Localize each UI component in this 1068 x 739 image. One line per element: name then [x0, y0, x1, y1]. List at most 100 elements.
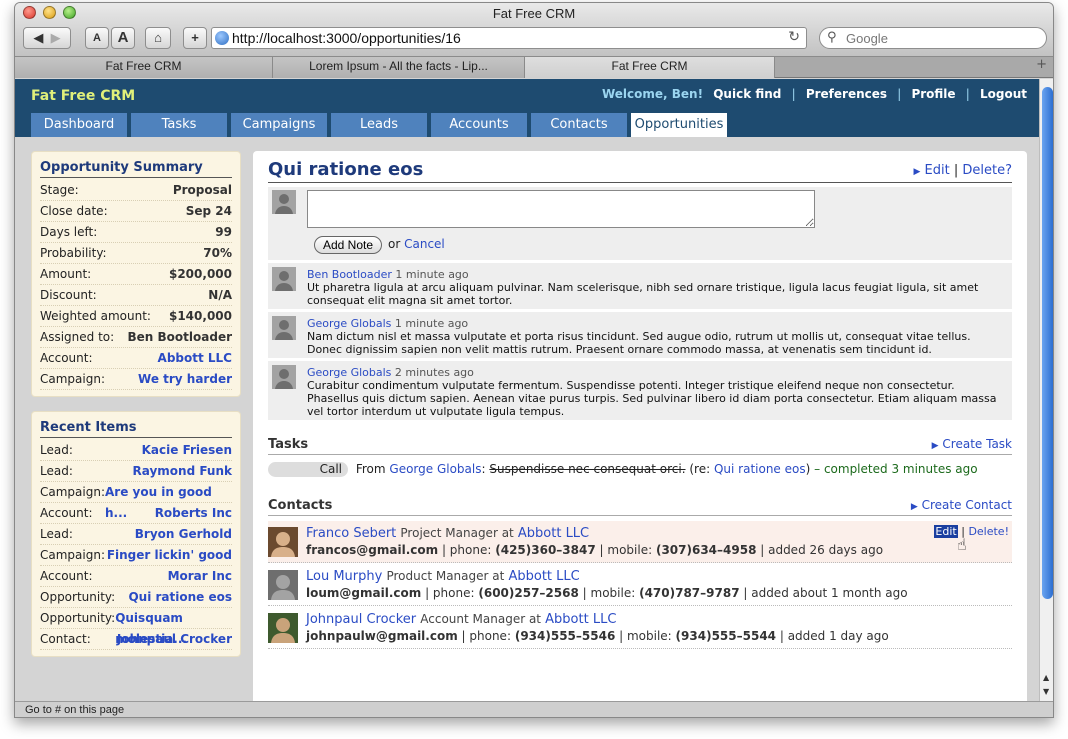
row-value-link[interactable]: Kacie Friesen — [142, 440, 232, 460]
delete-link[interactable]: Delete? — [962, 163, 1012, 178]
row-value-link[interactable]: Morar Inc — [168, 566, 232, 586]
tab-dashboard[interactable]: Dashboard — [31, 113, 127, 137]
summary-row: Close date: Sep 24 — [40, 201, 232, 222]
contact-name-link[interactable]: Franco Sebert — [306, 526, 396, 541]
profile-link[interactable]: Profile — [911, 87, 955, 101]
forward-icon[interactable]: ▶ — [51, 30, 61, 45]
browser-tab-3[interactable]: Fat Free CRM — [525, 57, 775, 78]
row-value-link[interactable]: Roberts Inc — [155, 503, 232, 523]
contact-mobile: (307)634–4958 — [655, 543, 757, 557]
tab-accounts[interactable]: Accounts — [431, 113, 527, 137]
row-value: Sep 24 — [185, 204, 232, 218]
row-value-link[interactable]: Quisquam molestia... — [115, 608, 232, 646]
logout-link[interactable]: Logout — [980, 87, 1027, 101]
status-bar: Go to # on this page — [15, 701, 1053, 717]
summary-row: Amount: $200,000 — [40, 264, 232, 285]
recent-item[interactable]: Account: Roberts Inc — [40, 503, 232, 524]
tab-contacts[interactable]: Contacts — [531, 113, 627, 137]
recent-item[interactable]: Campaign: Are you in good h... — [40, 482, 232, 520]
back-forward-buttons[interactable]: ◀ ▶ — [23, 27, 71, 49]
row-value-link[interactable]: Raymond Funk — [132, 461, 232, 481]
avatar — [272, 316, 296, 340]
scrollbar-thumb[interactable] — [1042, 87, 1053, 599]
recent-item[interactable]: Lead: Raymond Funk — [40, 461, 232, 482]
tab-opportunities[interactable]: Opportunities — [631, 113, 727, 137]
task-re-link[interactable]: Qui ratione eos — [714, 462, 806, 476]
contact-edit-link[interactable]: Edit — [934, 525, 958, 538]
address-bar[interactable]: http://localhost:3000/opportunities/16 ↻ — [211, 27, 807, 49]
scroll-up-icon[interactable]: ▲ — [1043, 673, 1049, 682]
row-label: Probability: — [40, 246, 107, 260]
recent-item[interactable]: Account: Morar Inc — [40, 566, 232, 587]
task-from-link[interactable]: George Globals — [389, 462, 481, 476]
row-value-link[interactable]: Abbott LLC — [158, 348, 232, 368]
row-value-link[interactable]: Bryon Gerhold — [135, 524, 232, 544]
recent-item[interactable]: Opportunity: Quisquam molestia... — [40, 608, 232, 646]
task-item: Call From George Globals: Suspendisse ne… — [268, 462, 978, 477]
app-logo[interactable]: Fat Free CRM — [31, 88, 135, 104]
tab-leads[interactable]: Leads — [331, 113, 427, 137]
note-textarea[interactable] — [307, 190, 815, 228]
create-task-link[interactable]: Create Task — [942, 437, 1012, 451]
edit-link[interactable]: Edit — [925, 163, 950, 178]
row-label: Lead: — [40, 527, 73, 541]
text-bigger-button[interactable]: A — [111, 27, 135, 49]
contact-email[interactable]: loum@gmail.com — [306, 586, 421, 600]
contact-row: Lou Murphy Product Manager at Abbott LLC… — [268, 564, 1012, 606]
or-label: or — [388, 237, 401, 251]
contact-company-link[interactable]: Abbott LLC — [508, 569, 579, 584]
row-value-link[interactable]: Qui ratione eos — [128, 587, 232, 607]
quick-find-link[interactable]: Quick find — [713, 87, 781, 101]
recent-item[interactable]: Opportunity: Qui ratione eos — [40, 587, 232, 608]
comment-time: 1 minute ago — [395, 268, 469, 281]
search-placeholder[interactable]: Google — [846, 31, 888, 46]
recent-item[interactable]: Lead: Bryon Gerhold — [40, 524, 232, 545]
preferences-link[interactable]: Preferences — [806, 87, 887, 101]
vertical-scrollbar[interactable]: ▲ ▼ — [1039, 79, 1053, 701]
scroll-down-icon[interactable]: ▼ — [1043, 687, 1049, 696]
tab-tasks[interactable]: Tasks — [131, 113, 227, 137]
comment-item: George Globals 1 minute ago Nam dictum ni… — [268, 312, 1012, 358]
text-smaller-button[interactable]: A — [85, 27, 109, 49]
recent-item[interactable]: Lead: Kacie Friesen — [40, 440, 232, 461]
contact-title: Project Manager at — [400, 526, 514, 540]
recent-item[interactable]: Contact: Johnpaul Crocker — [40, 629, 232, 650]
row-value-link[interactable]: We try harder — [138, 369, 232, 389]
app-header: Fat Free CRM Welcome, Ben! Quick find | … — [15, 79, 1039, 137]
page-viewport: Fat Free CRM Welcome, Ben! Quick find | … — [15, 79, 1039, 701]
home-button[interactable]: ⌂ — [145, 27, 171, 49]
recent-item[interactable]: Campaign: Finger lickin' good — [40, 545, 232, 566]
contact-company-link[interactable]: Abbott LLC — [518, 526, 589, 541]
row-value-link[interactable]: Johnpaul Crocker — [117, 629, 232, 649]
contact-delete-link[interactable]: Delete! — [968, 525, 1009, 538]
sidebar: Opportunity Summary Stage: Proposal Close … — [31, 151, 241, 671]
browser-tab-2[interactable]: Lorem Ipsum - All the facts - Lip... — [273, 57, 525, 78]
contact-name-link[interactable]: Lou Murphy — [306, 569, 382, 584]
search-icon: ⚲ — [827, 30, 837, 45]
contact-company-link[interactable]: Abbott LLC — [545, 612, 616, 627]
browser-tab-1[interactable]: Fat Free CRM — [15, 57, 273, 78]
phone-label: phone: — [432, 586, 475, 600]
row-value-link[interactable]: Are you in good h... — [105, 482, 232, 520]
url-text[interactable]: http://localhost:3000/opportunities/16 — [232, 30, 461, 46]
add-bookmark-button[interactable]: + — [183, 27, 207, 49]
new-tab-icon[interactable]: + — [1036, 57, 1047, 72]
comment-time: 1 minute ago — [394, 317, 469, 330]
contact-line-1: Johnpaul Crocker Account Manager at Abbo… — [306, 612, 616, 627]
tab-campaigns[interactable]: Campaigns — [231, 113, 327, 137]
reload-icon[interactable]: ↻ — [788, 29, 800, 45]
comment-author-link[interactable]: George Globals — [307, 317, 391, 330]
back-icon[interactable]: ◀ — [33, 30, 43, 45]
cancel-link[interactable]: Cancel — [404, 237, 445, 251]
contact-email[interactable]: johnpaulw@gmail.com — [306, 629, 458, 643]
search-field[interactable]: ⚲ Google — [819, 27, 1047, 49]
create-contact-link[interactable]: Create Contact — [922, 498, 1012, 512]
comment-author-link[interactable]: Ben Bootloader — [307, 268, 392, 281]
comment-author-link[interactable]: George Globals — [307, 366, 391, 379]
add-note-button[interactable]: Add Note — [314, 236, 383, 254]
row-value: 99 — [215, 225, 232, 239]
contact-email[interactable]: francos@gmail.com — [306, 543, 438, 557]
row-value-link[interactable]: Finger lickin' good — [107, 545, 232, 565]
contact-name-link[interactable]: Johnpaul Crocker — [306, 612, 416, 627]
or-text: or Cancel — [388, 237, 445, 251]
